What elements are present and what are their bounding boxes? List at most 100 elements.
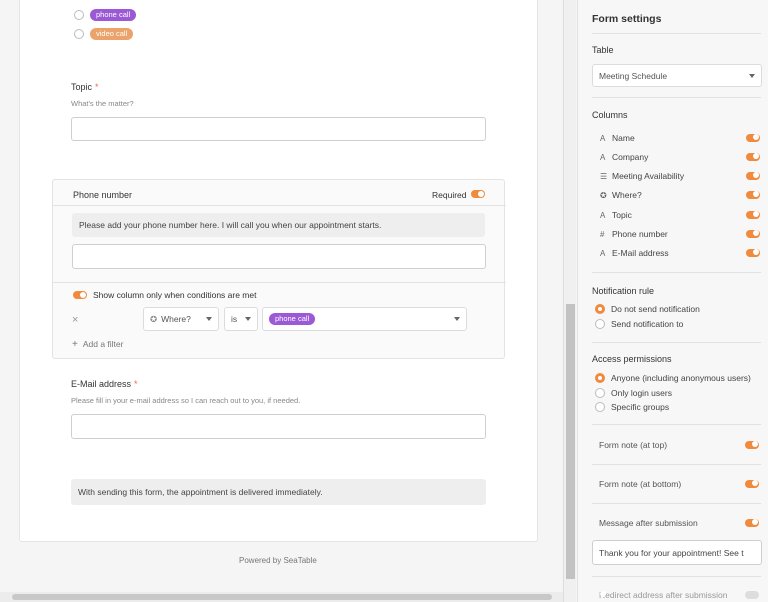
email-label: E-Mail address * (71, 379, 138, 389)
email-help: Please fill in your e-mail address so I … (71, 396, 301, 405)
phone-number-field[interactable]: Phone number Required Please add your ph… (52, 179, 506, 359)
column-toggle[interactable] (746, 211, 760, 219)
scrollbar-thumb[interactable] (566, 304, 575, 579)
filter-column-select[interactable]: ✪ Where? (143, 307, 219, 331)
required-mark: * (95, 82, 99, 92)
filter-operator-select[interactable]: is (224, 307, 258, 331)
vertical-scrollbar[interactable] (563, 0, 576, 602)
chevron-down-icon (454, 317, 460, 321)
table-select-value: Meeting Schedule (599, 70, 668, 81)
message-after-setting[interactable]: Message after submission (599, 518, 759, 528)
add-filter-button[interactable]: + Add a filter (72, 339, 123, 350)
email-input[interactable] (71, 414, 486, 439)
table-select[interactable]: Meeting Schedule (592, 64, 762, 87)
chevron-down-icon (245, 317, 251, 321)
required-toggle[interactable] (471, 190, 485, 198)
radio-selected[interactable] (595, 304, 605, 314)
column-toggle[interactable] (746, 134, 760, 142)
notification-option-send[interactable]: Send notification to (595, 319, 683, 329)
column-row-phone-number[interactable]: # Phone number (600, 229, 760, 239)
divider (592, 464, 761, 465)
divider (592, 97, 761, 98)
column-toggle[interactable] (746, 230, 760, 238)
filter-operator-value: is (231, 314, 238, 324)
column-row-topic[interactable]: A Topic (600, 210, 760, 220)
radio[interactable] (595, 319, 605, 329)
plus-icon: + (72, 339, 78, 350)
option-pill: video call (90, 28, 134, 40)
condition-toggle[interactable] (73, 291, 87, 299)
column-row-email[interactable]: A E-Mail address (600, 248, 760, 258)
column-row-where[interactable]: ✪ Where? (600, 190, 760, 200)
divider (592, 272, 761, 273)
setting-toggle[interactable] (745, 519, 759, 527)
topic-input[interactable] (71, 117, 486, 141)
radio[interactable] (595, 388, 605, 398)
setting-toggle[interactable] (745, 480, 759, 488)
option-pill: phone call (90, 9, 137, 21)
horizontal-scrollbar[interactable] (0, 592, 563, 602)
topic-label-text: Topic (71, 82, 93, 92)
option-label: Anyone (including anonymous users) (611, 373, 751, 383)
option-radio[interactable] (74, 10, 84, 20)
phone-label: Phone number (73, 190, 133, 200)
column-row-meeting-availability[interactable]: ☰ Meeting Availability (600, 171, 760, 181)
phone-note: Please add your phone number here. I wil… (72, 213, 485, 237)
option-phone-call[interactable]: phone call (74, 9, 137, 21)
setting-label: Form note (at top) (599, 440, 668, 450)
column-toggle[interactable] (746, 249, 760, 257)
setting-toggle[interactable] (745, 441, 759, 449)
access-option-groups[interactable]: Specific groups (595, 402, 669, 412)
topic-label: Topic * (71, 82, 99, 92)
column-label: Meeting Availability (612, 171, 685, 181)
topic-help: What's the matter? (71, 99, 134, 108)
form-canvas: phone call video call Topic * What's the … (0, 0, 563, 602)
column-toggle[interactable] (746, 153, 760, 161)
redirect-setting[interactable]: Redirect address after submission (599, 590, 759, 600)
multi-select-column-icon: ☰ (600, 171, 608, 181)
remove-filter-icon[interactable]: × (72, 314, 78, 326)
radio[interactable] (595, 402, 605, 412)
divider (592, 503, 761, 504)
form-note-top-setting[interactable]: Form note (at top) (599, 440, 759, 450)
divider (592, 424, 761, 425)
access-option-login[interactable]: Only login users (595, 388, 672, 398)
form-settings-panel: Form settings Table Meeting Schedule Col… (577, 0, 768, 602)
filter-value-select[interactable]: phone call (262, 307, 467, 331)
divider (592, 576, 761, 577)
text-column-icon: A (600, 210, 606, 220)
message-input[interactable]: Thank you for your appointment! See t (592, 540, 762, 565)
column-label: Company (612, 152, 649, 162)
chevron-down-icon (749, 73, 755, 78)
column-row-company[interactable]: A Company (600, 152, 760, 162)
radio-selected[interactable] (595, 373, 605, 383)
number-column-icon: # (600, 229, 605, 239)
required-mark: * (134, 379, 138, 389)
column-row-name[interactable]: A Name (600, 133, 760, 143)
column-toggle[interactable] (746, 191, 760, 199)
setting-toggle[interactable] (745, 591, 759, 599)
option-radio[interactable] (74, 29, 84, 39)
chevron-down-icon (206, 317, 212, 321)
required-label: Required (432, 190, 467, 200)
add-filter-label: Add a filter (82, 339, 124, 349)
option-label: Only login users (611, 388, 672, 398)
access-label: Access permissions (592, 354, 672, 364)
columns-label: Columns (592, 110, 628, 120)
column-toggle[interactable] (746, 172, 760, 180)
text-column-icon: A (600, 133, 606, 143)
option-label: Do not send notification (611, 304, 700, 314)
option-video-call[interactable]: video call (74, 28, 134, 40)
phone-input[interactable] (72, 244, 486, 269)
settings-title: Form settings (592, 13, 662, 25)
access-option-anyone[interactable]: Anyone (including anonymous users) (595, 373, 751, 383)
column-label: Phone number (612, 229, 668, 239)
scrollbar-thumb[interactable] (12, 594, 552, 600)
form-note-bottom-setting[interactable]: Form note (at bottom) (599, 479, 759, 489)
column-type-icon: ✪ (150, 313, 158, 324)
notification-option-none[interactable]: Do not send notification (595, 304, 700, 314)
bottom-note: With sending this form, the appointment … (71, 479, 486, 505)
filter-value-pill: phone call (269, 313, 316, 325)
powered-by: Powered by SeaTable (239, 556, 317, 565)
email-label-text: E-Mail address (71, 379, 132, 389)
